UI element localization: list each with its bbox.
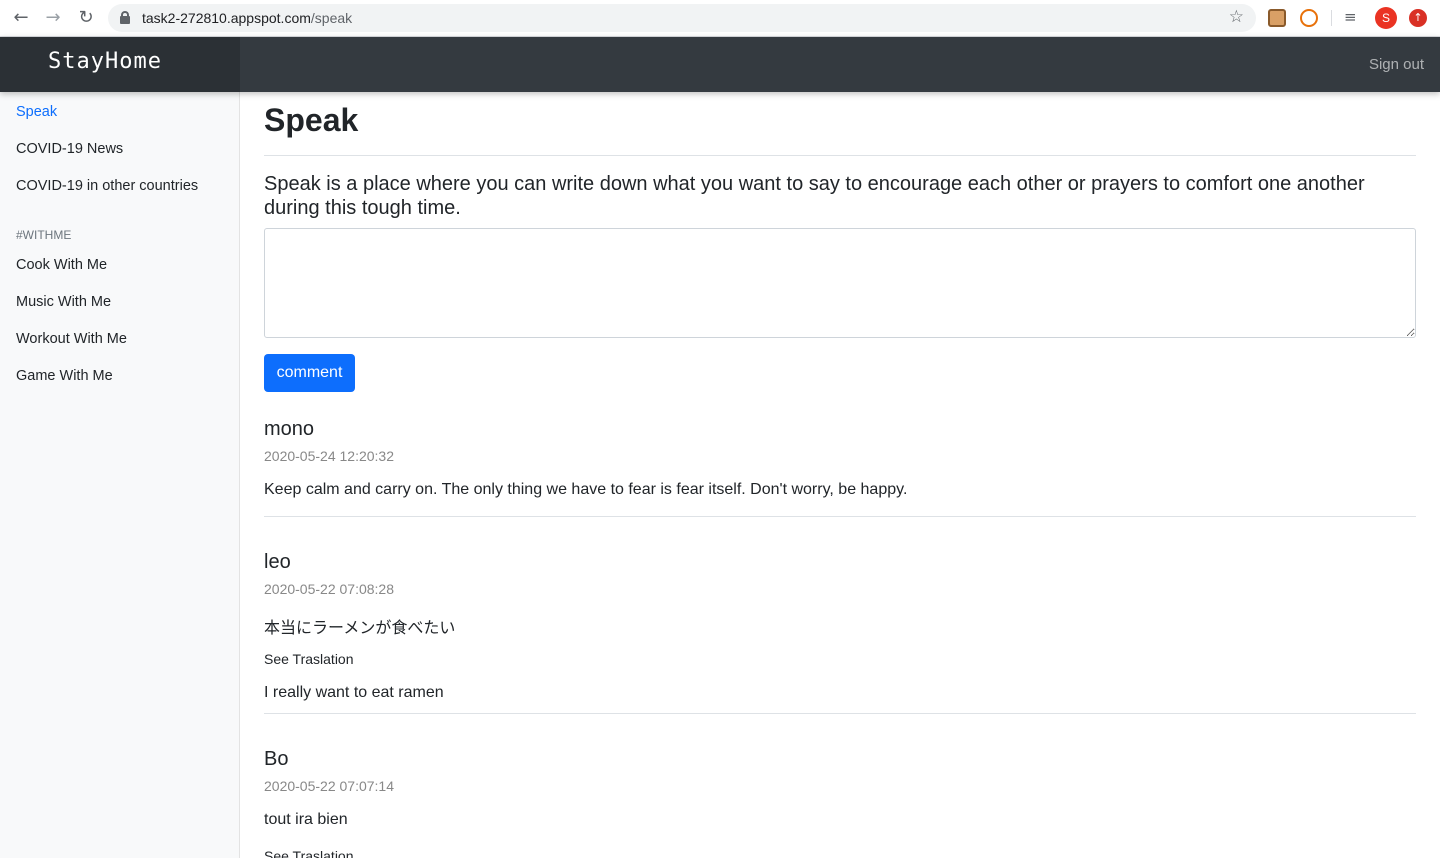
post-timestamp: 2020-05-22 07:08:28 (264, 581, 394, 597)
sidebar-item-covid-news[interactable]: COVID-19 News (16, 141, 123, 157)
comment-textarea[interactable] (264, 228, 1416, 338)
brand-logo[interactable]: StayHome (48, 49, 162, 74)
sidebar-item-game-with-me[interactable]: Game With Me (16, 368, 113, 384)
sidebar: Speak COVID-19 News COVID-19 in other co… (0, 92, 240, 858)
lock-icon (120, 11, 130, 24)
post-timestamp: 2020-05-24 12:20:32 (264, 448, 394, 464)
top-navbar: StayHome Sign out (0, 37, 1440, 92)
address-bar[interactable]: task2-272810.appspot.com/speak ☆ (108, 4, 1256, 32)
post-divider (264, 516, 1416, 517)
back-arrow-icon[interactable]: ← (11, 8, 31, 28)
sign-out-link[interactable]: Sign out (1369, 56, 1424, 73)
url-text: task2-272810.appspot.com/speak (142, 10, 353, 26)
extension-network-icon[interactable] (1300, 9, 1318, 27)
reload-icon[interactable]: ↻ (76, 8, 96, 28)
update-icon[interactable]: ↑ (1409, 9, 1427, 27)
post-message: Keep calm and carry on. The only thing w… (264, 481, 908, 498)
forward-arrow-icon[interactable]: → (43, 8, 63, 28)
intro-text: Speak is a place where you can write dow… (264, 173, 1365, 219)
extension-icon[interactable] (1268, 9, 1286, 27)
media-queue-icon[interactable]: ≡ (1344, 8, 1357, 26)
post-author: mono (264, 418, 315, 440)
post-message: 本当にラーメンが食べたい (264, 620, 456, 637)
post-timestamp: 2020-05-22 07:07:14 (264, 778, 394, 794)
brand-area: StayHome (0, 37, 240, 92)
see-translation-link[interactable]: See Traslation (264, 848, 354, 858)
page-title: Speak (264, 102, 359, 138)
toolbar-divider (1331, 10, 1332, 26)
sidebar-item-speak[interactable]: Speak (16, 104, 57, 120)
post-divider (264, 713, 1416, 714)
sidebar-section-heading: #WITHME (16, 228, 72, 242)
title-divider (264, 155, 1416, 156)
see-translation-link[interactable]: See Traslation (264, 651, 354, 667)
sidebar-item-workout-with-me[interactable]: Workout With Me (16, 331, 127, 347)
browser-toolbar: ← → ↻ task2-272810.appspot.com/speak ☆ ≡… (0, 0, 1440, 37)
sidebar-item-cook-with-me[interactable]: Cook With Me (16, 257, 107, 273)
post-author: leo (264, 551, 291, 573)
comment-button[interactable]: comment (264, 354, 355, 392)
bookmark-star-icon[interactable]: ☆ (1229, 7, 1244, 27)
profile-avatar[interactable]: S (1375, 7, 1397, 29)
sidebar-item-music-with-me[interactable]: Music With Me (16, 294, 111, 310)
sidebar-item-covid-other-countries[interactable]: COVID-19 in other countries (16, 178, 198, 194)
post-author: Bo (264, 748, 289, 770)
post-message: tout ira bien (264, 811, 348, 828)
main-content: Speak Speak is a place where you can wri… (264, 92, 1416, 858)
post-translation: I really want to eat ramen (264, 684, 444, 701)
